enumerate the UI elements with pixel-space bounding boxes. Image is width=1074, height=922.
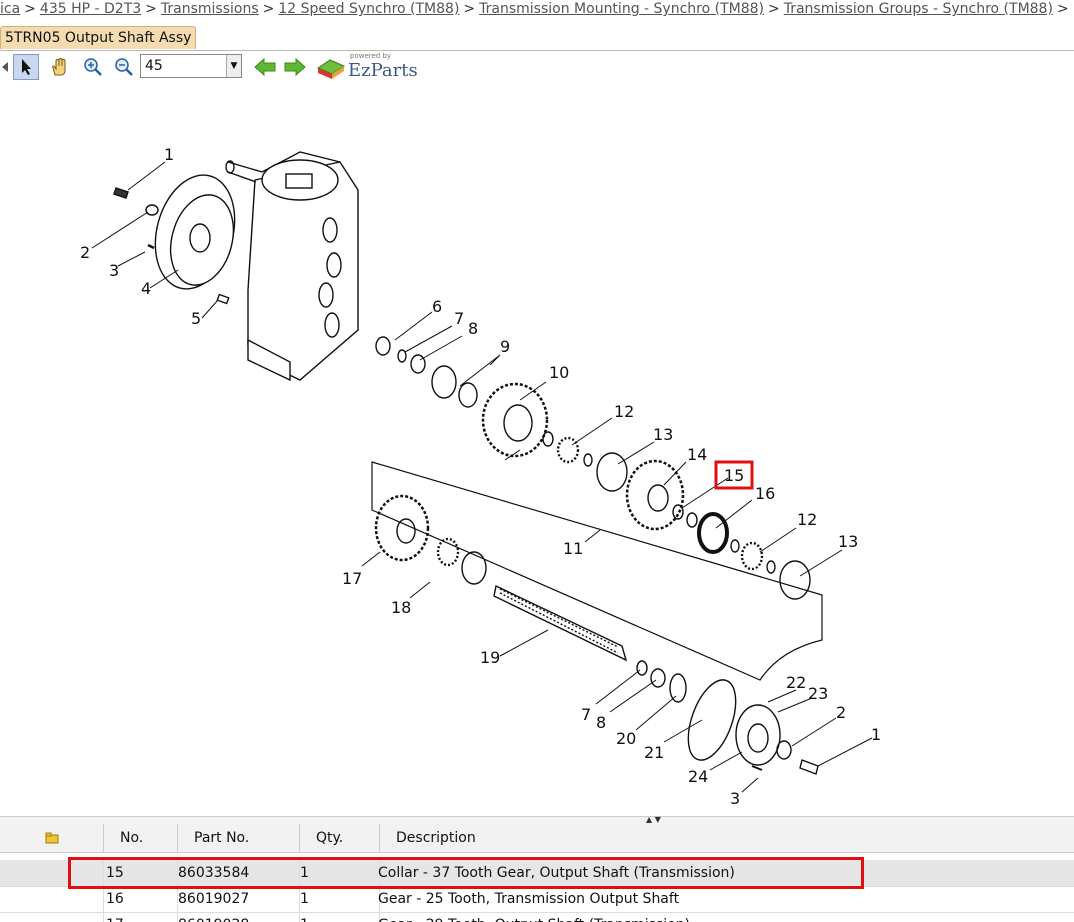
breadcrumb-item[interactable]: ica <box>0 1 20 17</box>
breadcrumb-item[interactable]: Transmission Mounting - Synchro (TM88) <box>479 1 764 17</box>
callout-label[interactable]: 8 <box>468 319 478 338</box>
column-header-part-no[interactable]: Part No. <box>178 824 300 852</box>
table-cell-no: 16 <box>104 886 178 912</box>
callout-label[interactable]: 1 <box>164 145 174 164</box>
table-row[interactable]: 15 86033584 1 Collar - 37 Tooth Gear, Ou… <box>0 860 1074 887</box>
breadcrumb-item[interactable]: Transmissions <box>161 1 259 17</box>
breadcrumb-separator: > <box>145 1 157 17</box>
table-row[interactable]: 17 86019028 1 Gear - 29 Tooth, Output Sh… <box>0 912 1074 922</box>
parts-table: No. Part No. Qty. Description 15 8603358… <box>0 824 1074 922</box>
back-arrow-icon[interactable] <box>252 54 278 80</box>
callout-label[interactable]: 24 <box>688 767 708 786</box>
callout-label[interactable]: 7 <box>581 705 591 724</box>
callout-label[interactable]: 14 <box>687 445 707 464</box>
folder-icon <box>45 832 58 844</box>
column-header-no[interactable]: No. <box>104 824 178 852</box>
callout-label[interactable]: 11 <box>563 539 583 558</box>
callout-label[interactable]: 13 <box>653 425 673 444</box>
tab-output-shaft-assy[interactable]: 5TRN05 Output Shaft Assy <box>0 26 197 49</box>
table-cell-qty: 1 <box>300 860 380 886</box>
callout-label[interactable]: 5 <box>191 309 201 328</box>
breadcrumb-item[interactable]: 12 Speed Synchro (TM88) <box>278 1 459 17</box>
callout-label[interactable]: 2 <box>80 243 90 262</box>
tab-strip: 5TRN05 Output Shaft Assy <box>0 24 1074 51</box>
column-header-qty[interactable]: Qty. <box>300 824 380 852</box>
callout-label[interactable]: 18 <box>391 598 411 617</box>
callout-label[interactable]: 2 <box>836 703 846 722</box>
column-header-description[interactable]: Description <box>380 824 1074 852</box>
callout-label[interactable]: 12 <box>614 402 634 421</box>
exploded-parts-diagram[interactable]: 1 2 3 4 5 6 7 8 9 10 12 13 14 15 16 11 1… <box>0 90 1074 816</box>
logo-powered-by: powered by <box>350 52 392 60</box>
table-cell-part-no: 86033584 <box>178 860 300 886</box>
splitter-grip-icon[interactable]: ▲ ▼ <box>646 815 661 824</box>
cover-plate-drawing <box>113 174 236 305</box>
table-cell-description: Gear - 25 Tooth, Transmission Output Sha… <box>378 891 680 907</box>
callout-label[interactable]: 3 <box>730 789 740 808</box>
zoom-level-value: 45 <box>145 58 163 74</box>
callout-label[interactable]: 9 <box>500 337 510 356</box>
breadcrumb-item[interactable]: 435 HP - D2T3 <box>40 1 141 17</box>
callout-label[interactable]: 8 <box>596 713 606 732</box>
callout-label[interactable]: 3 <box>109 261 119 280</box>
upper-gear-train-drawing <box>375 336 811 600</box>
callout-label[interactable]: 6 <box>432 297 442 316</box>
callout-label[interactable]: 4 <box>141 279 151 298</box>
table-cell-qty: 1 <box>300 912 380 922</box>
toolbar-scroll-left-icon[interactable] <box>0 54 10 80</box>
table-cell-icon <box>0 886 104 912</box>
forward-arrow-icon[interactable] <box>282 54 308 80</box>
callout-label[interactable]: 22 <box>786 673 806 692</box>
callout-label[interactable]: 20 <box>616 729 636 748</box>
callout-label[interactable]: 15 <box>724 466 744 485</box>
callout-label[interactable]: 1 <box>871 725 881 744</box>
select-arrow-icon[interactable] <box>13 54 39 80</box>
callout-label[interactable]: 7 <box>454 309 464 328</box>
breadcrumb-separator: > <box>262 1 275 17</box>
callout-label[interactable]: 13 <box>838 532 858 551</box>
column-header-icon[interactable] <box>0 824 104 852</box>
table-cell-part-no: 86019027 <box>178 886 300 912</box>
transmission-housing-drawing <box>225 151 359 382</box>
ezparts-logo: powered by EzParts <box>316 52 436 82</box>
callout-label[interactable]: 19 <box>480 648 500 667</box>
callout-label[interactable]: 21 <box>644 743 664 762</box>
table-cell-no: 15 <box>104 860 178 886</box>
zoom-level-select[interactable]: 45 ▼ <box>140 54 242 78</box>
breadcrumb-separator: > <box>1056 1 1069 17</box>
callout-label[interactable]: 12 <box>797 510 817 529</box>
breadcrumb-separator: > <box>463 1 476 17</box>
output-shaft-drawing <box>374 494 819 775</box>
table-row[interactable]: 16 86019027 1 Gear - 25 Tooth, Transmiss… <box>0 886 1074 913</box>
table-cell-icon <box>0 912 104 922</box>
chevron-down-icon[interactable]: ▼ <box>226 55 241 77</box>
breadcrumb: ica >435 HP - D2T3 > Transmissions >12 Speed… <box>0 0 1074 20</box>
pan-hand-icon[interactable] <box>46 54 72 80</box>
callout-label[interactable]: 17 <box>342 569 362 588</box>
table-cell-qty: 1 <box>300 886 380 912</box>
table-cell-description: Collar - 37 Tooth Gear, Output Shaft (Tr… <box>378 865 735 881</box>
table-cell-part-no: 86019028 <box>178 912 300 922</box>
table-cell-description: Gear - 29 Tooth, Output Shaft (Transmiss… <box>378 912 1074 922</box>
table-cell-no: 17 <box>104 912 178 922</box>
breadcrumb-separator: > <box>24 1 36 17</box>
viewer-toolbar: 45 ▼ powered by EzParts <box>0 50 430 84</box>
breadcrumb-item[interactable]: Transmission Groups - Synchro (TM88) <box>784 1 1053 17</box>
table-cell-icon <box>0 860 104 886</box>
breadcrumb-separator: > <box>767 1 780 17</box>
ezparts-logo-icon <box>316 59 346 79</box>
zoom-out-icon[interactable] <box>111 54 137 80</box>
callout-label[interactable]: 23 <box>808 684 828 703</box>
parts-table-header: No. Part No. Qty. Description <box>0 824 1074 853</box>
callout-label[interactable]: 10 <box>549 363 569 382</box>
callout-label[interactable]: 16 <box>755 484 775 503</box>
zoom-in-icon[interactable] <box>80 54 106 80</box>
logo-name: EzParts <box>348 60 418 81</box>
